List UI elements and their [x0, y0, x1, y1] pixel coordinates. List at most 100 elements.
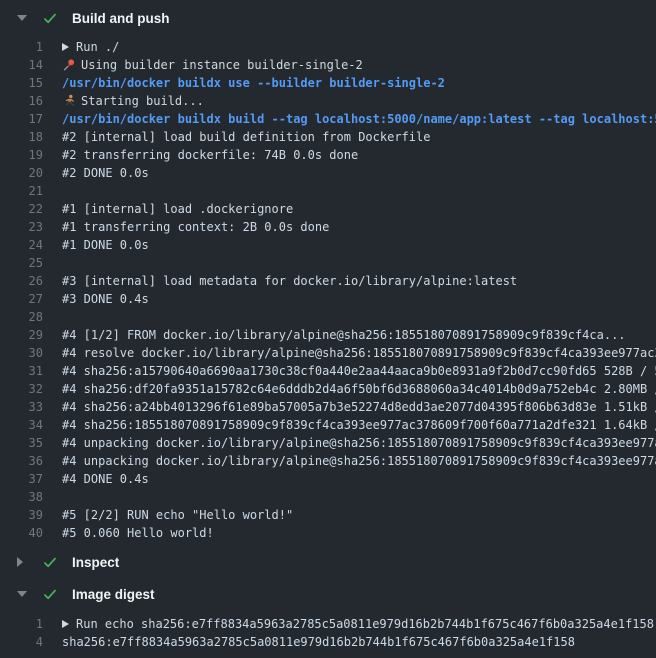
log-line: 17/usr/bin/docker buildx build --tag loc…	[0, 110, 656, 128]
log-line-number[interactable]: 31	[0, 362, 43, 380]
log-line-content	[62, 308, 656, 326]
log-line-content: Using builder instance builder-single-2	[62, 56, 656, 74]
log-line-content: sha256:e7ff8834a5963a2785c5a0811e979d16b…	[62, 633, 656, 651]
log-line-content: #1 transferring context: 2B 0.0s done	[62, 218, 656, 236]
log-line-number[interactable]: 26	[0, 272, 43, 290]
log-line-number[interactable]: 18	[0, 128, 43, 146]
log-line: 19 #2 transferring dockerfile: 74B 0.0s d…	[0, 146, 656, 164]
log-line-number[interactable]: 28	[0, 308, 43, 326]
log-line-number[interactable]: 20	[0, 164, 43, 182]
check-icon	[42, 586, 59, 602]
log-line-text: #4 resolve docker.io/library/alpine@sha2…	[62, 344, 656, 362]
log-line: 15/usr/bin/docker buildx use --builder b…	[0, 74, 656, 92]
log-line-number[interactable]: 37	[0, 470, 43, 488]
log-line-number[interactable]: 27	[0, 290, 43, 308]
log-line-content: #2 [internal] load build definition from…	[62, 128, 656, 146]
log-line-number[interactable]: 30	[0, 344, 43, 362]
log-line-number[interactable]: 1	[0, 38, 43, 56]
chevron-down-icon[interactable]	[17, 591, 29, 597]
log-line-number[interactable]: 39	[0, 506, 43, 524]
step-header-build-and-push[interactable]: Build and push	[0, 0, 656, 36]
step-log-image-digest: 1 Run echo sha256:e7ff8834a5963a2785c5a08…	[0, 615, 656, 651]
log-line-text: #4 [1/2] FROM docker.io/library/alpine@s…	[62, 326, 626, 344]
log-line: 20 #2 DONE 0.0s	[0, 164, 656, 182]
log-line-number[interactable]: 25	[0, 254, 43, 272]
log-line-text: #4 sha256:185518070891758909c9f839cf4ca3…	[62, 416, 656, 434]
log-line: 37#4 DONE 0.4s	[0, 470, 656, 488]
log-line-text: Run ./	[76, 38, 119, 56]
log-line: 36 #4 unpacking docker.io/library/alpine@…	[0, 452, 656, 470]
log-line-content: Run ./	[62, 38, 656, 56]
log-line-text: #5 0.060 Hello world!	[62, 524, 214, 542]
log-line: 1 Run echo sha256:e7ff8834a5963a2785c5a08…	[0, 615, 656, 633]
log-line: 22 #1 [internal] load .dockerignore	[0, 200, 656, 218]
log-line: 28	[0, 308, 656, 326]
log-line-text: #3 [internal] load metadata for docker.i…	[62, 272, 517, 290]
log-line: 38	[0, 488, 656, 506]
log-line-content: #4 sha256:df20fa9351a15782c64e6dddb2d4a6…	[62, 380, 656, 398]
log-line-number[interactable]: 4	[0, 633, 43, 651]
log-line-number[interactable]: 15	[0, 74, 43, 92]
step-header-inspect[interactable]: Inspect	[0, 546, 656, 578]
log-line-text: Run echo sha256:e7ff8834a5963a2785c5a081…	[76, 615, 654, 633]
log-line: 35 #4 unpacking docker.io/library/alpine@…	[0, 434, 656, 452]
log-line-number[interactable]: 1	[0, 615, 43, 633]
log-line-number[interactable]: 19	[0, 146, 43, 164]
log-line: 40 #5 0.060 Hello world!	[0, 524, 656, 542]
log-line-content: #1 [internal] load .dockerignore	[62, 200, 656, 218]
log-line-text: #4 unpacking docker.io/library/alpine@sh…	[62, 434, 656, 452]
log-line-content	[62, 182, 656, 200]
log-line-content: /usr/bin/docker buildx use --builder bui…	[62, 74, 656, 92]
log-line: 23 #1 transferring context: 2B 0.0s done	[0, 218, 656, 236]
log-line: 24 #1 DONE 0.0s	[0, 236, 656, 254]
log-line-number[interactable]: 23	[0, 218, 43, 236]
log-line-number[interactable]: 16	[0, 92, 43, 110]
expand-run-icon[interactable]	[62, 620, 69, 628]
log-line-text: #4 sha256:a15790640a6690aa1730c38cf0a440…	[62, 362, 656, 380]
log-line-number[interactable]: 36	[0, 452, 43, 470]
log-line-text: #1 DONE 0.0s	[62, 236, 149, 254]
log-line-number[interactable]: 29	[0, 326, 43, 344]
log-line-content: Starting build...	[62, 92, 656, 110]
log-line: 34 #4 sha256:185518070891758909c9f839cf4c…	[0, 416, 656, 434]
log-line-number[interactable]: 33	[0, 398, 43, 416]
chevron-shape	[17, 591, 27, 597]
log-line: 29 #4 [1/2] FROM docker.io/library/alpine…	[0, 326, 656, 344]
log-line: 21	[0, 182, 656, 200]
chevron-down-icon[interactable]	[17, 15, 29, 21]
log-line-content: #5 0.060 Hello world!	[62, 524, 656, 542]
log-line-content: #4 unpacking docker.io/library/alpine@sh…	[62, 452, 656, 470]
log-line-number[interactable]: 34	[0, 416, 43, 434]
log-line: 33 #4 sha256:a24bb4013296f61e89ba57005a7b…	[0, 398, 656, 416]
log-line-content: #4 resolve docker.io/library/alpine@sha2…	[62, 344, 656, 362]
log-line: 39 #5 [2/2] RUN echo "Hello world!"	[0, 506, 656, 524]
log-line-number[interactable]: 32	[0, 380, 43, 398]
log-line-content: #2 DONE 0.0s	[62, 164, 656, 182]
log-line-number[interactable]: 21	[0, 182, 43, 200]
log-line-text: Using builder instance builder-single-2	[81, 56, 363, 74]
log-line-number[interactable]: 22	[0, 200, 43, 218]
log-line: 16 Starting build...	[0, 92, 656, 110]
log-line-number[interactable]: 24	[0, 236, 43, 254]
log-line-content: #1 DONE 0.0s	[62, 236, 656, 254]
check-icon	[42, 554, 59, 570]
chevron-shape	[17, 15, 27, 21]
log-line-number[interactable]: 40	[0, 524, 43, 542]
expand-run-icon[interactable]	[62, 43, 69, 51]
log-line-number[interactable]: 17	[0, 110, 43, 128]
log-line: 26 #3 [internal] load metadata for docker…	[0, 272, 656, 290]
log-line-number[interactable]: 35	[0, 434, 43, 452]
log-line: 30 #4 resolve docker.io/library/alpine@sh…	[0, 344, 656, 362]
log-line-text: #4 sha256:a24bb4013296f61e89ba57005a7b3e…	[62, 398, 656, 416]
log-line-content	[62, 488, 656, 506]
step-title: Image digest	[72, 587, 155, 602]
log-line-text: #2 transferring dockerfile: 74B 0.0s don…	[62, 146, 358, 164]
log-line-number[interactable]: 14	[0, 56, 43, 74]
log-line-content: #4 sha256:a15790640a6690aa1730c38cf0a440…	[62, 362, 656, 380]
log-line-content: /usr/bin/docker buildx build --tag local…	[62, 110, 656, 128]
log-line-number[interactable]: 38	[0, 488, 43, 506]
log-line-content: #5 [2/2] RUN echo "Hello world!"	[62, 506, 656, 524]
log-line: 32 #4 sha256:df20fa9351a15782c64e6dddb2d4…	[0, 380, 656, 398]
step-header-image-digest[interactable]: Image digest	[0, 578, 656, 610]
chevron-right-icon[interactable]	[17, 557, 29, 567]
